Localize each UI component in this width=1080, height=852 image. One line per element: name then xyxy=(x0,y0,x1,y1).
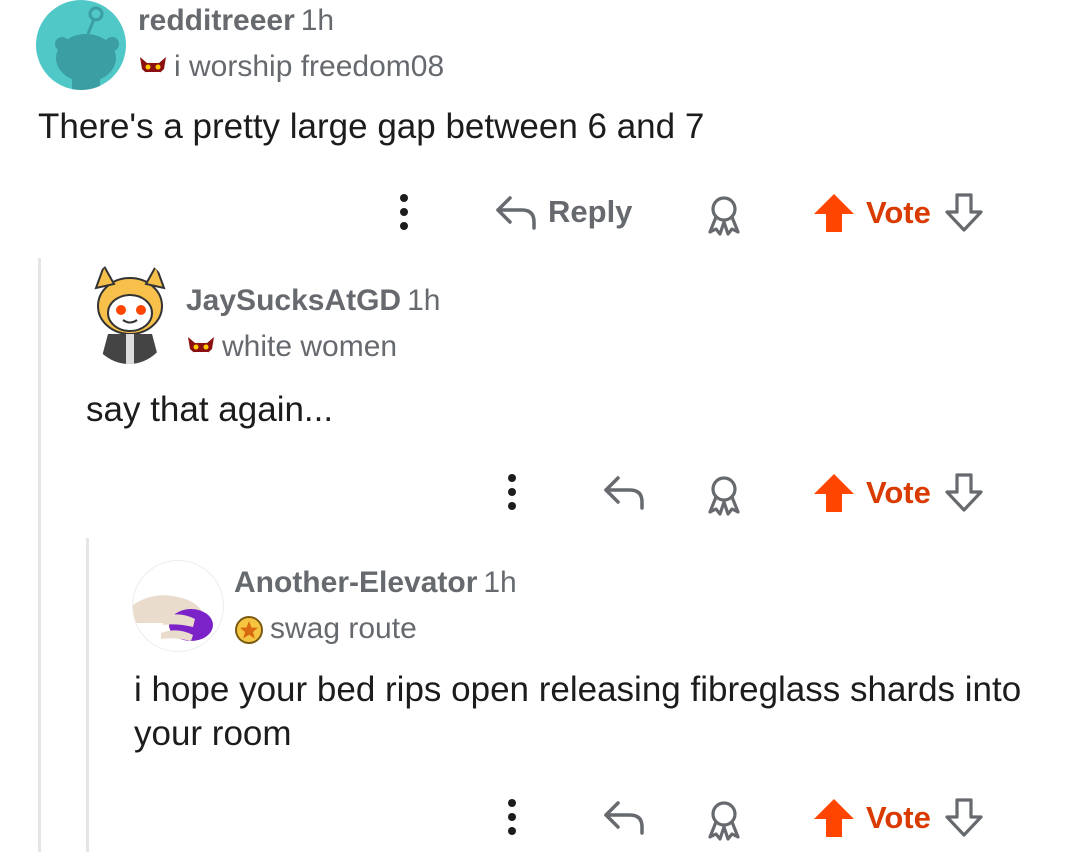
avatar[interactable] xyxy=(132,560,224,652)
username-line: redditreeer 1h xyxy=(138,4,334,38)
upvote-button[interactable] xyxy=(812,192,856,234)
comment-body: There's a pretty large gap between 6 and… xyxy=(38,107,705,146)
upvote-arrow-icon xyxy=(814,194,854,232)
reply-button[interactable] xyxy=(602,472,646,512)
timestamp: 1h xyxy=(300,4,335,37)
comment: Another-Elevator 1h swag route i hope you… xyxy=(0,540,1080,852)
avatar[interactable] xyxy=(90,258,168,364)
more-vertical-icon xyxy=(400,194,408,230)
downvote-arrow-icon xyxy=(945,193,983,232)
award-icon xyxy=(708,196,740,236)
username[interactable]: Another-Elevator xyxy=(234,566,477,599)
flair-text: i worship freedom08 xyxy=(174,50,445,83)
username[interactable]: redditreeer xyxy=(138,4,295,37)
downvote-button[interactable] xyxy=(943,472,985,514)
comment-body: say that again... xyxy=(86,390,334,429)
vote-group: Vote xyxy=(812,797,985,839)
snoo-avatar-icon xyxy=(55,6,119,90)
comment: JaySucksAtGD 1h white women say that agai… xyxy=(0,250,1080,540)
downvote-arrow-icon xyxy=(945,473,983,512)
more-options-button[interactable] xyxy=(500,472,524,512)
downvote-arrow-icon xyxy=(945,798,983,837)
upvote-arrow-icon xyxy=(814,799,854,837)
user-flair: swag route xyxy=(234,612,417,646)
vote-label: Vote xyxy=(866,475,931,510)
timestamp: 1h xyxy=(407,284,441,317)
downvote-button[interactable] xyxy=(943,797,985,839)
reply-arrow-icon xyxy=(604,801,644,835)
reply-arrow-icon xyxy=(604,476,644,510)
award-icon xyxy=(708,476,740,516)
reply-arrow-icon xyxy=(496,196,536,230)
reply-button[interactable] xyxy=(602,797,646,837)
award-icon xyxy=(708,801,740,841)
user-flair: white women xyxy=(186,330,397,364)
comment-body: i hope your bed rips open releasing fibr… xyxy=(134,670,1022,753)
username[interactable]: JaySucksAtGD xyxy=(186,284,401,317)
vote-label: Vote xyxy=(866,195,931,230)
demon-face-icon xyxy=(138,53,166,81)
snoo-avatar-icon xyxy=(94,263,166,364)
flair-text: white women xyxy=(222,330,398,363)
upvote-button[interactable] xyxy=(812,797,856,839)
comment: redditreeer 1h i worship freedom08 There'… xyxy=(0,0,1080,250)
vote-group: Vote xyxy=(812,192,985,234)
upvote-arrow-icon xyxy=(814,474,854,512)
downvote-button[interactable] xyxy=(943,192,985,234)
star-coin-icon xyxy=(234,615,263,644)
timestamp: 1h xyxy=(483,566,517,599)
upvote-button[interactable] xyxy=(812,472,856,514)
username-line: Another-Elevator 1h xyxy=(234,566,517,600)
hand-avatar-icon xyxy=(133,595,213,641)
more-vertical-icon xyxy=(508,799,516,835)
vote-label: Vote xyxy=(866,800,931,835)
reply-button[interactable]: Reply xyxy=(494,192,632,232)
demon-face-icon xyxy=(186,333,214,361)
user-flair: i worship freedom08 xyxy=(138,50,444,84)
reply-label: Reply xyxy=(548,194,633,229)
more-options-button[interactable] xyxy=(500,797,524,837)
flair-text: swag route xyxy=(270,612,417,645)
more-options-button[interactable] xyxy=(392,192,416,232)
award-button[interactable] xyxy=(702,474,746,516)
award-button[interactable] xyxy=(702,799,746,841)
more-vertical-icon xyxy=(508,474,516,510)
username-line: JaySucksAtGD 1h xyxy=(186,284,440,318)
avatar[interactable] xyxy=(36,0,126,90)
award-button[interactable] xyxy=(702,194,746,236)
vote-group: Vote xyxy=(812,472,985,514)
